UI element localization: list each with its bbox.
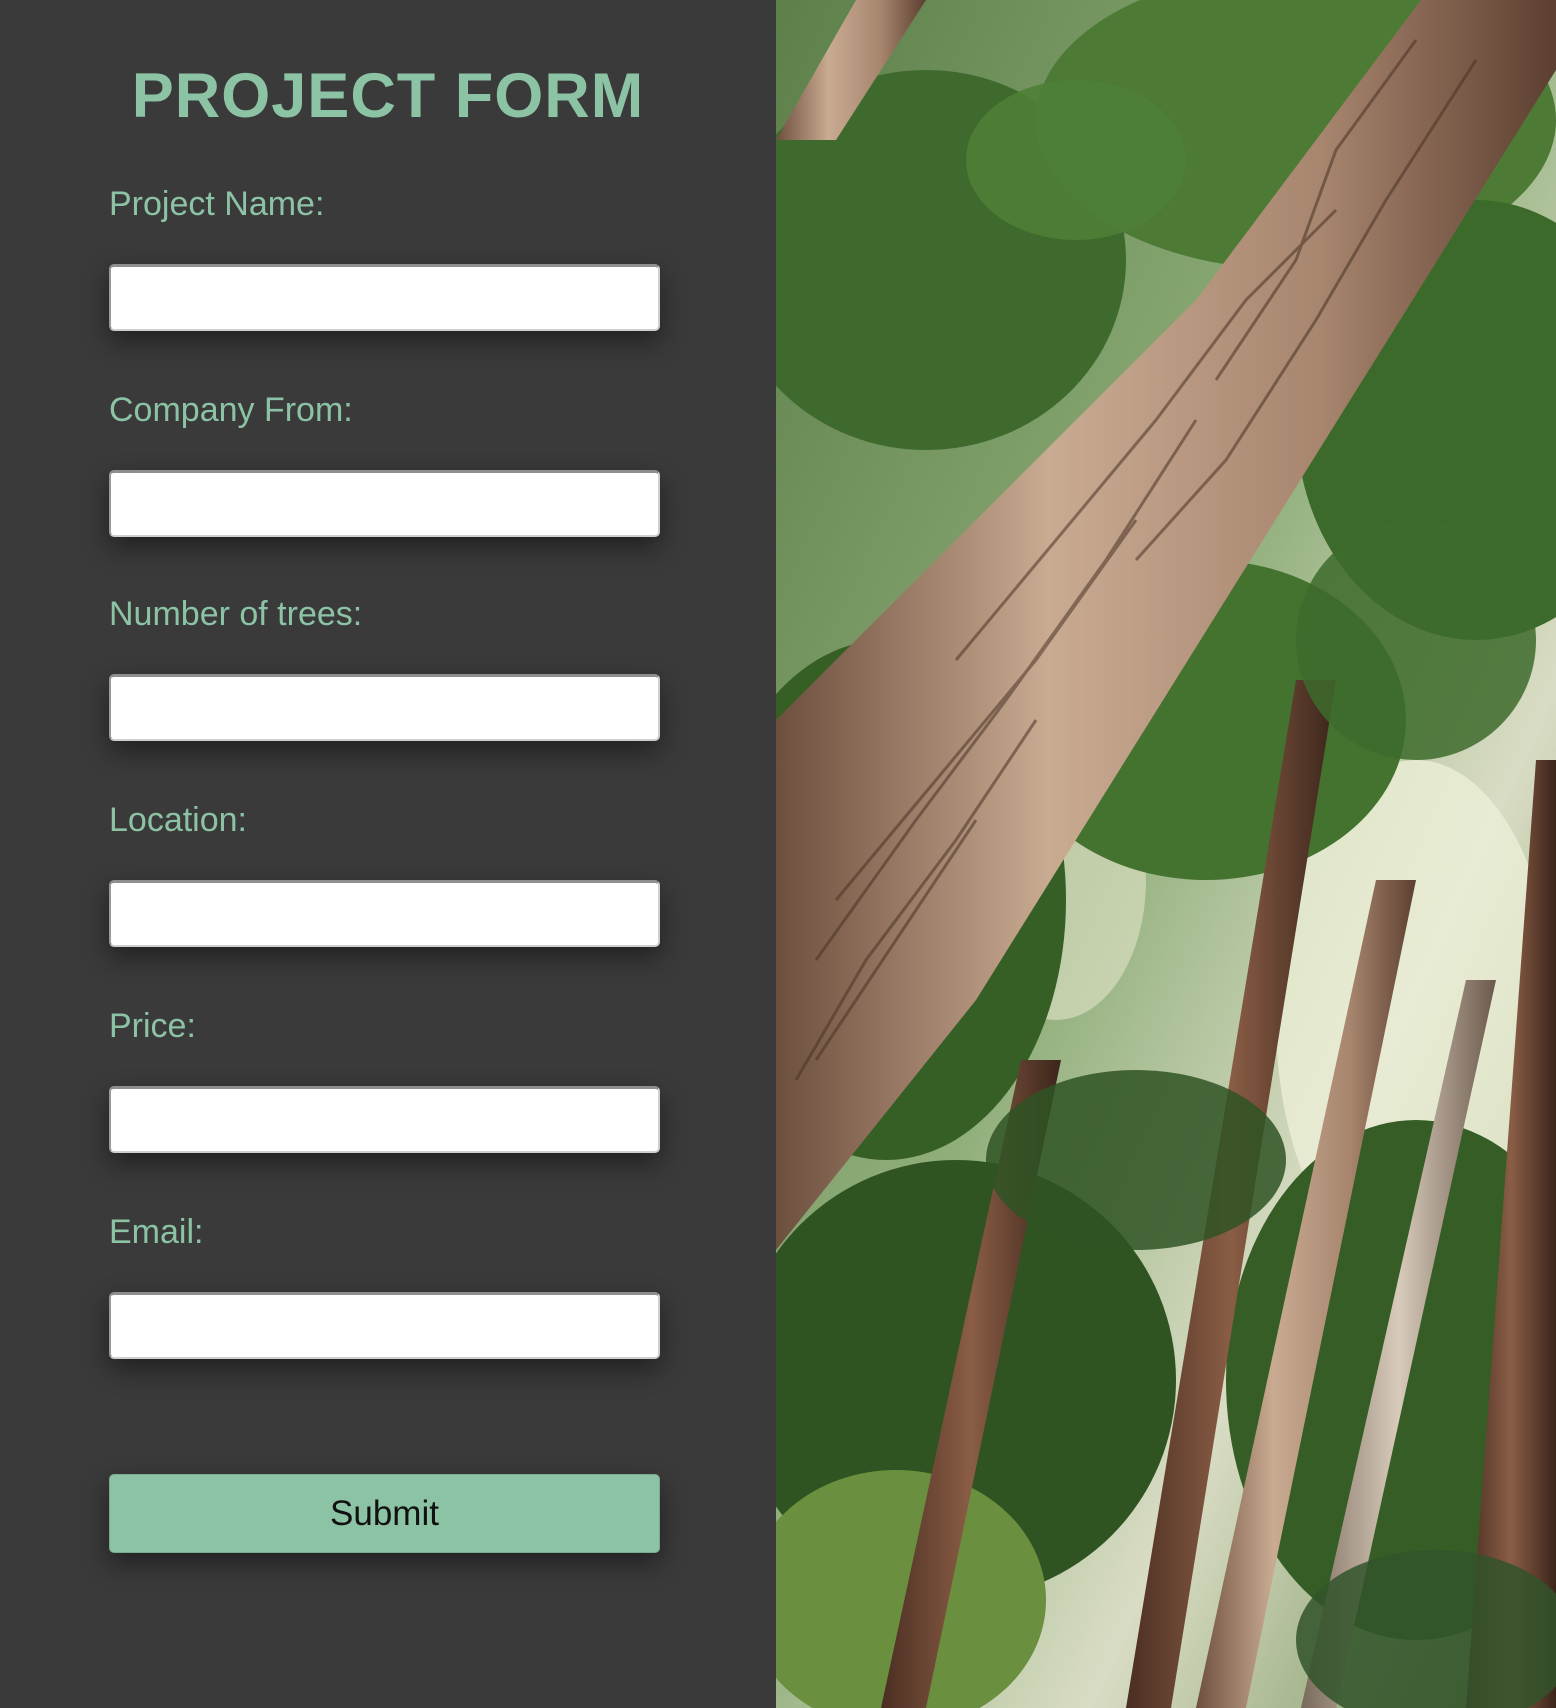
location-input[interactable] xyxy=(109,880,660,947)
email-label: Email: xyxy=(109,1213,204,1251)
forest-photo-illustration xyxy=(776,0,1556,1708)
email-input[interactable] xyxy=(109,1292,660,1359)
price-input[interactable] xyxy=(109,1086,660,1153)
company-from-label: Company From: xyxy=(109,391,353,429)
company-from-input[interactable] xyxy=(109,470,660,537)
number-of-trees-input[interactable] xyxy=(109,674,660,741)
forest-trees-photo xyxy=(776,0,1556,1708)
project-form-panel: PROJECT FORM Project Name: Company From:… xyxy=(0,0,776,1708)
price-label: Price: xyxy=(109,1007,196,1045)
project-name-input[interactable] xyxy=(109,264,660,331)
page: PROJECT FORM Project Name: Company From:… xyxy=(0,0,1556,1708)
location-label: Location: xyxy=(109,801,247,839)
submit-button[interactable]: Submit xyxy=(109,1474,660,1553)
project-name-label: Project Name: xyxy=(109,185,325,223)
form-title: PROJECT FORM xyxy=(131,61,645,131)
number-of-trees-label: Number of trees: xyxy=(109,595,363,633)
